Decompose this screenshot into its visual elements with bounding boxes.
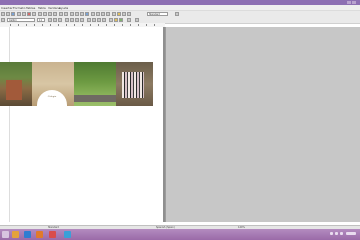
maximize-icon[interactable]: [352, 1, 356, 4]
spellcheck-icon[interactable]: [38, 12, 42, 16]
export-pdf-icon[interactable]: [27, 12, 31, 16]
help-icon[interactable]: [127, 12, 131, 16]
styles-icon[interactable]: [1, 18, 5, 22]
increase-indent-icon[interactable]: [102, 18, 106, 22]
file-manager-icon[interactable]: [12, 231, 19, 238]
workspace-background: [165, 27, 360, 222]
menu-item-formato[interactable]: Formato: [13, 6, 25, 10]
browser-icon[interactable]: [49, 231, 56, 238]
align-left-icon[interactable]: [65, 18, 69, 22]
underline-icon[interactable]: [58, 18, 62, 22]
volume-icon[interactable]: [335, 232, 338, 235]
photo-school-building: [0, 62, 32, 106]
page-margin-guide: [9, 27, 10, 222]
photo-garden: [74, 62, 116, 106]
writer-app-icon[interactable]: [64, 231, 71, 238]
navigator-icon[interactable]: [91, 12, 95, 16]
undo-icon[interactable]: [59, 12, 63, 16]
redo-icon[interactable]: [64, 12, 68, 16]
justify-icon[interactable]: [80, 18, 84, 22]
menu-item-insertar[interactable]: Insertar: [1, 6, 13, 10]
font-color-icon[interactable]: [109, 18, 113, 22]
cut-icon[interactable]: [43, 12, 47, 16]
gallery-icon[interactable]: [96, 12, 100, 16]
hyperlink-icon[interactable]: [70, 12, 74, 16]
paragraph-icon[interactable]: [127, 18, 131, 22]
draw-functions-icon[interactable]: [112, 12, 116, 16]
align-right-icon[interactable]: [75, 18, 79, 22]
numbering-icon[interactable]: [87, 18, 91, 22]
paste-icon[interactable]: [53, 12, 57, 16]
image-icon[interactable]: [80, 12, 84, 16]
more-icon[interactable]: [135, 18, 139, 22]
menu-item-tablas[interactable]: Tablas: [26, 6, 35, 10]
bullets-icon[interactable]: [92, 18, 96, 22]
zoom-icon[interactable]: [122, 12, 126, 16]
toolbar-options-icon[interactable]: [175, 12, 179, 16]
new-document-icon[interactable]: [1, 12, 5, 16]
word-app-icon[interactable]: [24, 231, 31, 238]
taskbar: [0, 229, 360, 240]
edit-icon[interactable]: [22, 12, 26, 16]
open-icon[interactable]: [6, 12, 10, 16]
start-icon[interactable]: [2, 231, 9, 238]
bold-icon[interactable]: [48, 18, 52, 22]
print-icon[interactable]: [32, 12, 36, 16]
font-size-select[interactable]: 11: [37, 17, 45, 22]
seal-text: Colegio: [47, 95, 57, 98]
group-of-people-image: [122, 72, 144, 98]
document-page[interactable]: [0, 27, 165, 222]
datasources-icon[interactable]: [101, 12, 105, 16]
network-icon[interactable]: [330, 232, 333, 235]
zoom-select[interactable]: Standard: [147, 11, 168, 16]
email-icon[interactable]: [17, 12, 21, 16]
table-icon[interactable]: [75, 12, 79, 16]
menu-item-tabla[interactable]: Tabla: [38, 6, 46, 10]
find-replace-icon[interactable]: [117, 12, 121, 16]
presentation-app-icon[interactable]: [36, 231, 43, 238]
battery-icon[interactable]: [340, 232, 343, 235]
minimize-icon[interactable]: [347, 1, 351, 4]
align-center-icon[interactable]: [70, 18, 74, 22]
nonprinting-chars-icon[interactable]: [106, 12, 110, 16]
italic-icon[interactable]: [53, 18, 57, 22]
highlight-icon[interactable]: [114, 18, 118, 22]
decrease-indent-icon[interactable]: [97, 18, 101, 22]
chart-icon[interactable]: [85, 12, 89, 16]
background-color-icon[interactable]: [119, 18, 123, 22]
font-name-select[interactable]: Calibri: [7, 17, 35, 22]
menu-item-ayuda[interactable]: Ayuda: [59, 6, 68, 10]
clock-icon[interactable]: [346, 232, 356, 235]
save-icon[interactable]: [11, 12, 15, 16]
copy-icon[interactable]: [48, 12, 52, 16]
